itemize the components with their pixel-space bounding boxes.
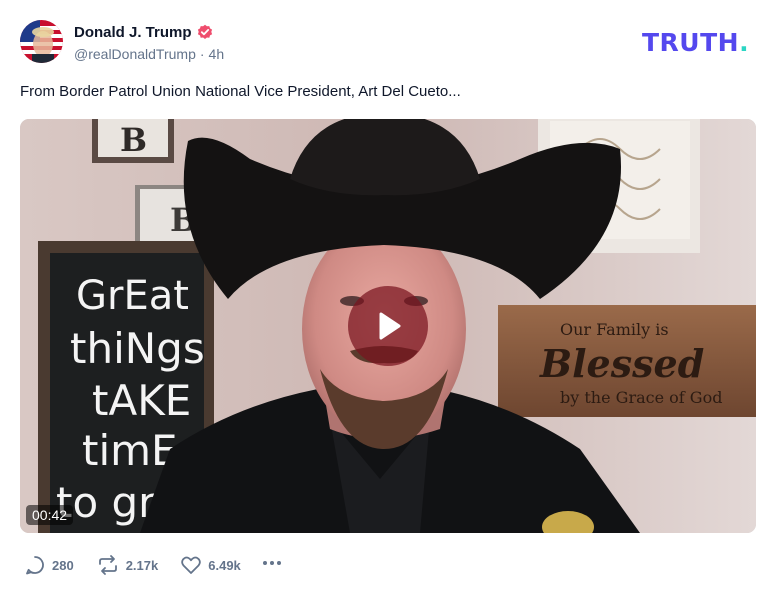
logo-text: TRUTH: [642, 28, 740, 57]
retruth-button[interactable]: 2.17k: [96, 554, 159, 576]
svg-text:tAKE: tAKE: [92, 376, 191, 425]
logo-dot: .: [739, 28, 750, 57]
sign-b: B: [92, 119, 174, 163]
verified-badge-icon: [197, 24, 213, 40]
svg-text:Blessed: Blessed: [539, 341, 704, 386]
more-options-button[interactable]: [261, 552, 283, 579]
svg-text:B: B: [120, 121, 147, 159]
svg-text:thiNgs: thiNgs: [70, 324, 205, 373]
svg-text:by the Grace of God: by the Grace of God: [560, 388, 722, 407]
svg-text:Our Family is: Our Family is: [560, 320, 669, 339]
post-text: From Border Patrol Union National Vice P…: [20, 83, 461, 100]
flag-portrait-avatar-icon: [20, 20, 63, 63]
truth-social-logo[interactable]: TRUTH.: [642, 28, 758, 57]
avatar[interactable]: [20, 20, 63, 63]
play-icon: [379, 312, 401, 340]
truth-post: Donald J. Trump @realDonaldTrump · 4h TR…: [0, 0, 777, 595]
author-handle[interactable]: @realDonaldTrump: [74, 46, 196, 62]
ellipsis-icon: [262, 560, 281, 565]
post-actions: 280 2.17k 6.49k: [24, 553, 283, 577]
play-button[interactable]: [348, 286, 428, 366]
author-block: Donald J. Trump @realDonaldTrump · 4h: [74, 22, 225, 63]
reply-count: 280: [52, 557, 74, 573]
svg-text:timE: timE: [82, 426, 178, 475]
author-display-name[interactable]: Donald J. Trump: [74, 24, 192, 41]
reply-button[interactable]: 280: [24, 554, 74, 576]
like-count: 6.49k: [208, 557, 241, 573]
like-button[interactable]: 6.49k: [180, 554, 241, 576]
video-duration: 00:42: [26, 505, 74, 525]
retruth-icon: [98, 555, 117, 575]
reply-icon: [26, 556, 44, 575]
wood-sign: Our Family is Blessed by the Grace of Go…: [498, 305, 756, 417]
svg-text:GrEat: GrEat: [76, 273, 189, 319]
retruth-count: 2.17k: [125, 557, 159, 573]
video-player[interactable]: B BLES GrEat thiNgs tAKE timE: [20, 119, 756, 533]
heart-icon: [181, 556, 202, 574]
post-timestamp[interactable]: 4h: [209, 46, 225, 62]
meta-separator: ·: [199, 46, 205, 62]
